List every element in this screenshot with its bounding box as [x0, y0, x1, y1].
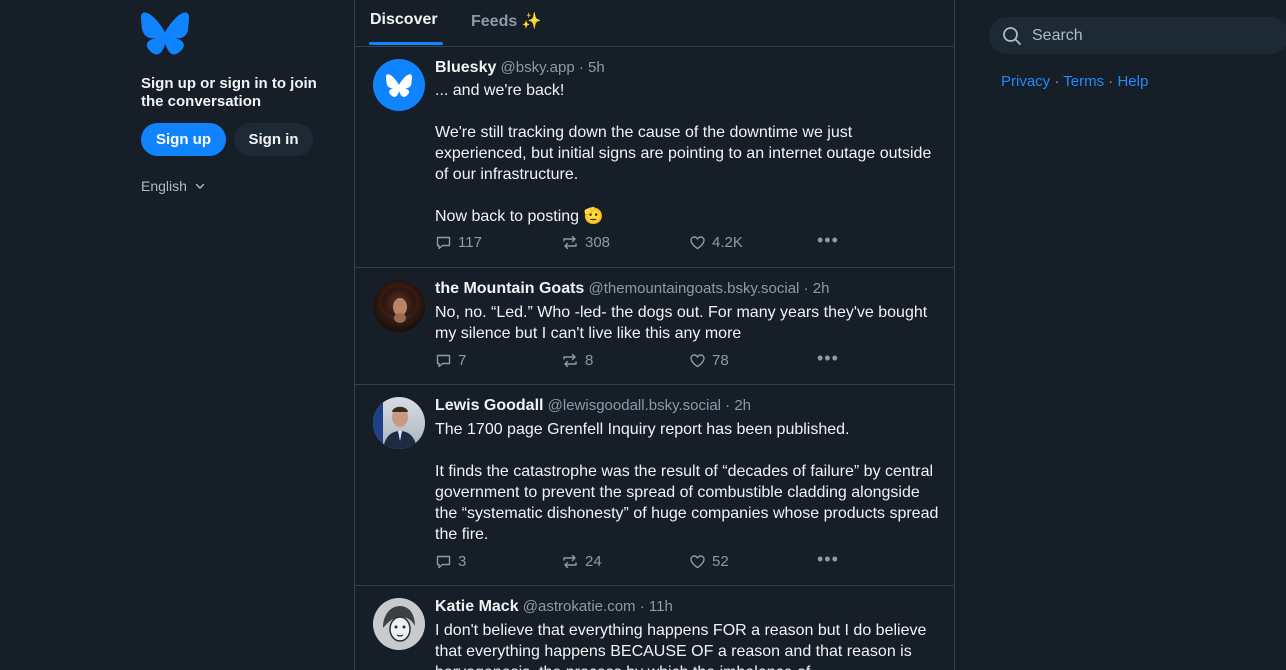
heart-icon: [690, 236, 705, 250]
link-separator: ·: [1054, 73, 1060, 90]
post-text: I don't believe that everything happens …: [435, 620, 940, 670]
repost-count: 8: [585, 352, 594, 369]
separator-dot: ·: [803, 280, 809, 297]
post-paragraph: The 1700 page Grenfell Inquiry report ha…: [435, 421, 850, 438]
like-count: 52: [712, 553, 729, 570]
author-name[interactable]: Lewis Goodall: [435, 397, 543, 414]
reply-count: 7: [458, 352, 467, 369]
author-handle[interactable]: @themountaingoats.bsky.social: [589, 280, 800, 297]
profile-photo-icon: [373, 397, 417, 449]
post-actions: 117 308 4.2K •••: [435, 230, 855, 254]
post-paragraph: I don't believe that everything happens …: [435, 622, 927, 670]
search-input[interactable]: Search: [989, 17, 1286, 54]
like-button[interactable]: 52: [689, 553, 729, 570]
active-tab-indicator: [369, 42, 443, 45]
reply-button[interactable]: 7: [435, 352, 466, 369]
post-paragraph: ... and we're back!: [435, 82, 565, 99]
link-separator: ·: [1108, 73, 1114, 90]
avatar[interactable]: [373, 280, 425, 332]
author-handle[interactable]: @lewisgoodall.bsky.social: [548, 397, 721, 414]
post-header: Katie Mack @astrokatie.com · 11h: [435, 598, 673, 616]
repost-count: 308: [585, 234, 611, 251]
signin-prompt: Sign up or sign in to join the conversat…: [141, 75, 317, 110]
profile-photo-icon: [373, 598, 425, 650]
reply-icon: [436, 354, 451, 368]
feed-column: Discover Feeds ✨ Bluesky @bsky.app · 5h …: [354, 0, 955, 670]
feed-post[interactable]: Lewis Goodall @lewisgoodall.bsky.social …: [355, 385, 954, 586]
language-select[interactable]: English: [141, 178, 205, 194]
search-placeholder: Search: [1032, 26, 1083, 44]
avatar[interactable]: [373, 397, 425, 449]
post-time[interactable]: 5h: [588, 59, 605, 76]
post-header: Bluesky @bsky.app · 5h: [435, 59, 605, 77]
post-text: No, no. “Led.” Who -led- the dogs out. F…: [435, 302, 940, 344]
profile-photo-icon: [382, 287, 416, 323]
footer-links: Privacy · Terms · Help: [1001, 73, 1148, 90]
terms-link[interactable]: Terms: [1063, 73, 1104, 90]
search-icon: [1003, 26, 1021, 45]
reply-button[interactable]: 3: [435, 553, 466, 570]
post-time[interactable]: 11h: [649, 598, 673, 615]
separator-dot: ·: [639, 598, 645, 615]
chevron-down-icon: [195, 183, 205, 189]
reply-count: 3: [458, 553, 467, 570]
bluesky-avatar-icon: [386, 74, 412, 97]
like-count: 78: [712, 352, 729, 369]
author-name[interactable]: Bluesky: [435, 59, 496, 76]
more-options-icon[interactable]: •••: [817, 230, 839, 251]
author-name[interactable]: the Mountain Goats: [435, 280, 584, 297]
avatar[interactable]: [373, 598, 425, 650]
post-time[interactable]: 2h: [734, 397, 751, 414]
author-handle[interactable]: @astrokatie.com: [523, 598, 636, 615]
help-link[interactable]: Help: [1117, 73, 1148, 90]
reply-icon: [436, 236, 451, 250]
separator-dot: ·: [578, 59, 584, 76]
heart-icon: [690, 354, 705, 368]
heart-icon: [690, 555, 705, 569]
like-button[interactable]: 78: [689, 352, 729, 369]
reply-icon: [436, 555, 451, 569]
post-text: The 1700 page Grenfell Inquiry report ha…: [435, 419, 940, 545]
repost-icon: [563, 235, 577, 250]
reply-count: 117: [458, 234, 482, 251]
feed-post[interactable]: Bluesky @bsky.app · 5h ... and we're bac…: [355, 47, 954, 268]
author-handle[interactable]: @bsky.app: [501, 59, 575, 76]
post-paragraph: It finds the catastrophe was the result …: [435, 463, 939, 543]
tab-discover[interactable]: Discover: [370, 11, 438, 29]
post-time[interactable]: 2h: [813, 280, 830, 297]
language-label: English: [141, 178, 187, 194]
like-button[interactable]: 4.2K: [689, 234, 743, 251]
post-header: Lewis Goodall @lewisgoodall.bsky.social …: [435, 397, 751, 415]
like-count: 4.2K: [712, 234, 743, 251]
post-text: ... and we're back! We're still tracking…: [435, 80, 940, 227]
post-actions: 7 8 78 •••: [435, 348, 855, 372]
post-paragraph: Now back to posting 🫡: [435, 208, 604, 225]
reply-button[interactable]: 117: [435, 234, 482, 251]
post-header: the Mountain Goats @themountaingoats.bsk…: [435, 280, 829, 298]
post-paragraph: We're still tracking down the cause of t…: [435, 124, 932, 183]
avatar[interactable]: [373, 59, 425, 111]
feed-post[interactable]: Katie Mack @astrokatie.com · 11h I don't…: [355, 586, 954, 670]
repost-button[interactable]: 308: [561, 234, 610, 251]
repost-count: 24: [585, 553, 602, 570]
feed-tabs: Discover Feeds ✨: [355, 0, 954, 47]
repost-icon: [563, 353, 577, 368]
bluesky-logo-icon[interactable]: [141, 12, 189, 56]
more-options-icon[interactable]: •••: [817, 348, 839, 369]
tab-feeds[interactable]: Feeds ✨: [471, 11, 542, 31]
repost-icon: [563, 554, 577, 569]
post-paragraph: No, no. “Led.” Who -led- the dogs out. F…: [435, 304, 928, 342]
repost-button[interactable]: 8: [561, 352, 593, 369]
author-name[interactable]: Katie Mack: [435, 598, 519, 615]
more-options-icon[interactable]: •••: [817, 549, 839, 570]
repost-button[interactable]: 24: [561, 553, 602, 570]
sign-in-button[interactable]: Sign in: [234, 123, 313, 156]
feed-post[interactable]: the Mountain Goats @themountaingoats.bsk…: [355, 268, 954, 385]
post-actions: 3 24 52 •••: [435, 549, 855, 573]
sign-up-button[interactable]: Sign up: [141, 123, 226, 156]
separator-dot: ·: [725, 397, 731, 414]
privacy-link[interactable]: Privacy: [1001, 73, 1050, 90]
